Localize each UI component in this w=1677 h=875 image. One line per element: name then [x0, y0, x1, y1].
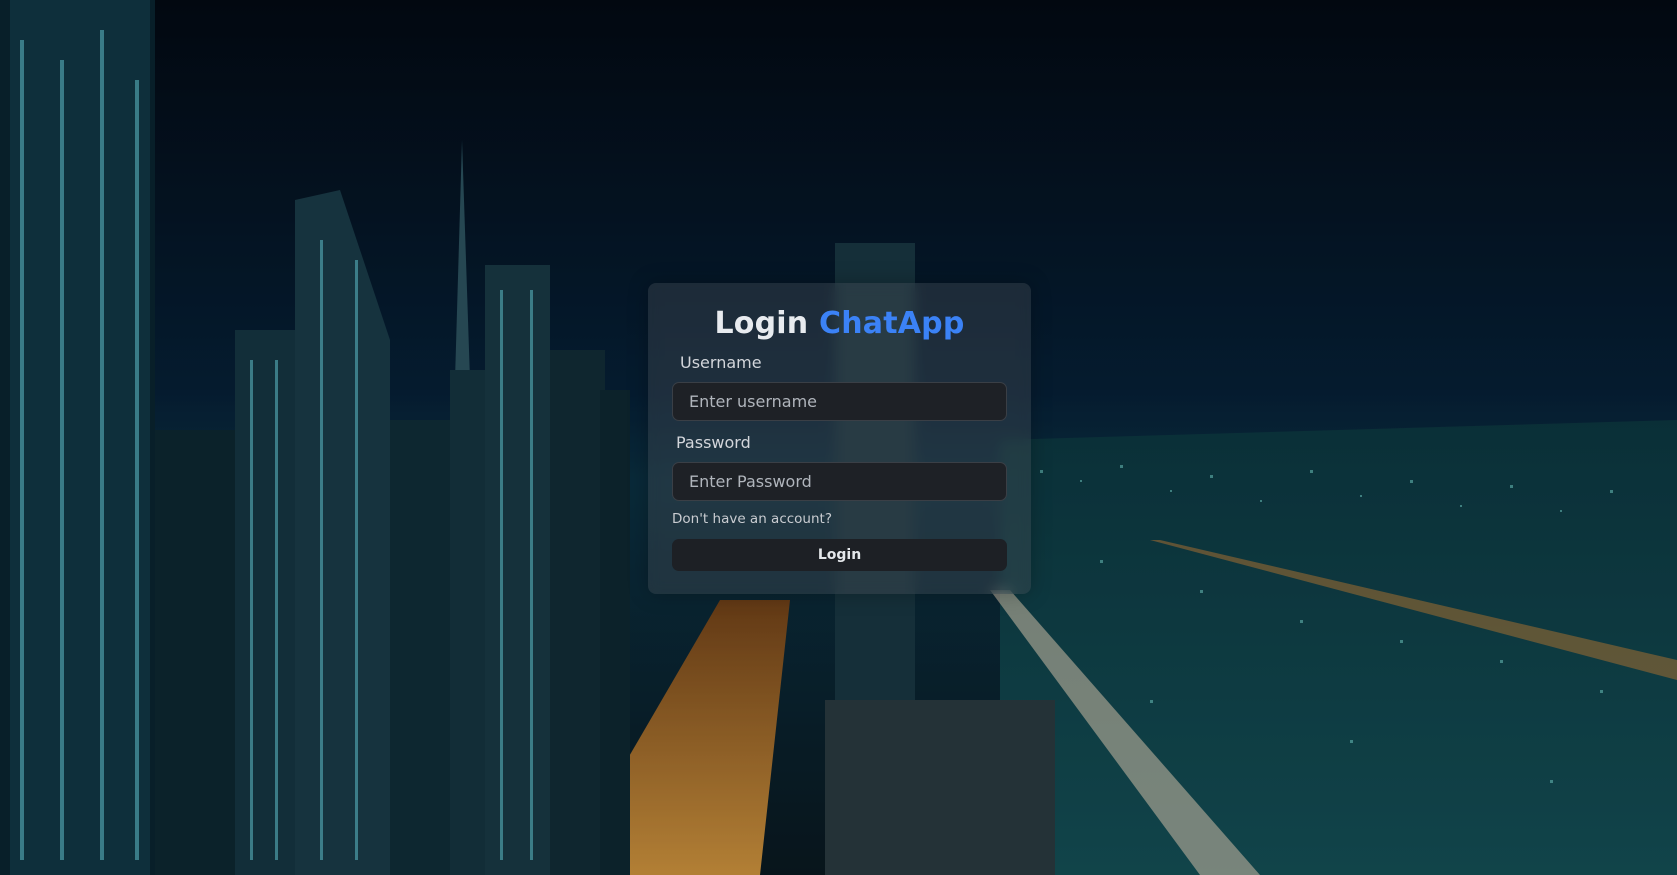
app-name: ChatApp: [818, 306, 965, 341]
username-input[interactable]: [672, 382, 1007, 421]
password-label: Password: [676, 433, 751, 452]
signup-link[interactable]: Don't have an account?: [672, 511, 832, 527]
page-title: Login ChatApp: [648, 306, 1031, 341]
login-button[interactable]: Login: [672, 539, 1007, 571]
password-input[interactable]: [672, 462, 1007, 501]
login-card: Login ChatApp Username Password Don't ha…: [648, 283, 1031, 594]
title-prefix: Login: [714, 306, 809, 341]
username-label: Username: [680, 353, 762, 372]
